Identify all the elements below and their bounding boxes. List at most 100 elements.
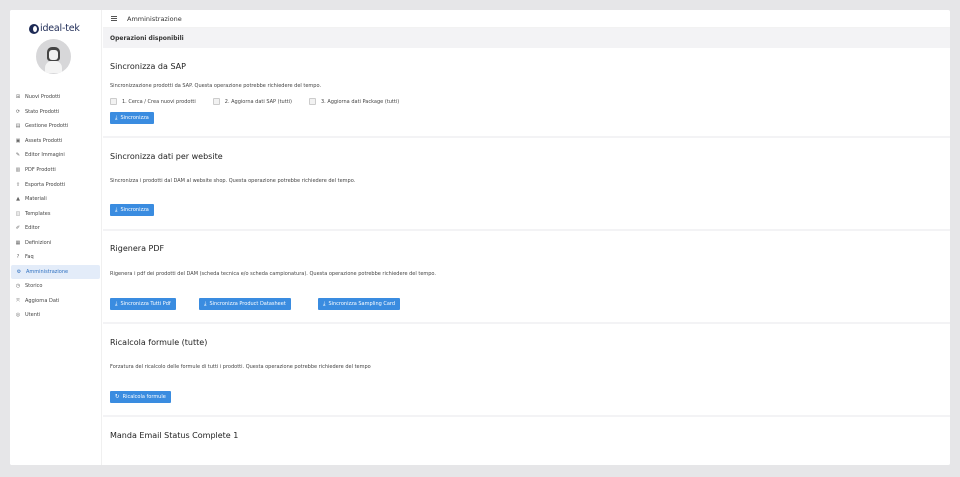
- avatar-face: [49, 50, 58, 60]
- settings-icon: ⚙: [16, 268, 22, 275]
- sidebar-item-label: Stato Prodotti: [25, 108, 60, 115]
- sidebar-item-storico[interactable]: ◷ Storico: [10, 279, 102, 294]
- sidebar-item-label: Amministrazione: [26, 268, 69, 275]
- card-title: Rigenera PDF: [110, 244, 165, 253]
- card-title: Sincronizza da SAP: [110, 62, 186, 71]
- sidebar-item-materiali[interactable]: ▲ Materiali: [10, 192, 102, 207]
- sidebar-item-label: PDF Prodotti: [25, 167, 56, 173]
- card-regenerate-pdf: Rigenera PDF Rigenera i pdf dei prodotti…: [103, 231, 950, 322]
- sidebar-nav: ⊞ Nuovi Prodotti ⟳ Stato Prodotti ▤ Gestione …: [10, 90, 102, 323]
- refresh-icon: ↻: [115, 394, 120, 400]
- download-icon: ⤓: [115, 114, 118, 121]
- logo-text: ideal-tek: [40, 23, 80, 34]
- recalculate-formulas-button[interactable]: ↻ Ricalcola formule: [110, 391, 171, 403]
- sidebar-item-templates[interactable]: ◫ Templates: [10, 206, 102, 221]
- card-description: Forzatura del ricalcolo delle formule di…: [110, 364, 371, 370]
- history-icon: ◷: [15, 283, 21, 290]
- avatar[interactable]: [36, 39, 71, 74]
- sidebar-item-label: Editor Immagini: [25, 152, 65, 159]
- grid-icon: ⊞: [15, 94, 21, 101]
- sidebar-item-editor[interactable]: ✐ Editor: [10, 221, 102, 236]
- sidebar-item-definizioni[interactable]: ▦ Definizioni: [10, 235, 102, 250]
- page-title: Amministrazione: [127, 14, 182, 23]
- document-icon: ▤: [15, 123, 21, 130]
- avatar-body: [45, 61, 62, 73]
- users-icon: ◎: [15, 312, 21, 319]
- brush-icon: ✎: [15, 152, 21, 159]
- download-icon: ⤓: [204, 300, 207, 307]
- button-label: Sincronizza Sampling Card: [328, 301, 396, 307]
- checkbox[interactable]: [212, 98, 220, 105]
- sidebar-item-label: Materiali: [25, 196, 47, 203]
- card-description: Sincronizzazione prodotti da SAP. Questa…: [110, 83, 322, 89]
- card-title: Sincronizza dati per website: [110, 152, 223, 161]
- download-icon: ⤓: [115, 300, 118, 307]
- option-aggiorna-package[interactable]: 3. Aggiorna dati Package (tutti): [308, 98, 399, 105]
- card-sync-sap: Sincronizza da SAP Sincronizzazione prod…: [103, 48, 950, 136]
- button-label: Sincronizza: [120, 115, 149, 121]
- topbar: Amministrazione: [103, 10, 950, 28]
- sync-product-datasheet-button[interactable]: ⤓ Sincronizza Product Datasheet: [199, 298, 291, 310]
- sap-options: 1. Cerca / Crea nuovi prodotti 2. Aggior…: [110, 98, 416, 105]
- sync-sap-button[interactable]: ⤓ Sincronizza: [110, 112, 154, 124]
- sidebar-item-nuovi-prodotti[interactable]: ⊞ Nuovi Prodotti: [10, 90, 102, 105]
- sync-icon: ⟳: [15, 108, 21, 115]
- calendar-icon: ▦: [15, 239, 21, 246]
- sidebar-item-label: Esporta Prodotti: [25, 181, 66, 188]
- button-label: Sincronizza: [120, 207, 149, 213]
- sidebar-item-label: Gestione Prodotti: [25, 123, 69, 130]
- section-subheading: Operazioni disponibili: [110, 35, 184, 42]
- sync-sampling-card-button[interactable]: ⤓ Sincronizza Sampling Card: [318, 298, 401, 310]
- sidebar-item-label: Aggiorna Dati: [25, 297, 60, 304]
- sidebar-item-pdf-prodotti[interactable]: ▥ PDF Prodotti: [10, 163, 102, 178]
- layers-icon: ▲: [16, 196, 20, 203]
- sync-all-pdf-button[interactable]: ⤓ Sincronizza Tutti Pdf: [110, 298, 176, 310]
- sync-website-button[interactable]: ⤓ Sincronizza: [110, 204, 154, 216]
- option-aggiorna-sap[interactable]: 2. Aggiorna dati SAP (tutti): [212, 98, 292, 105]
- card-recalculate-formulas: Ricalcola formule (tutte) Forzatura del …: [103, 324, 950, 415]
- sidebar-item-label: Storico: [25, 283, 43, 290]
- sidebar-item-amministrazione[interactable]: ⚙ Amministrazione: [11, 264, 100, 280]
- sidebar-item-faq[interactable]: ? Faq: [10, 250, 102, 265]
- pdf-icon: ▥: [15, 167, 21, 173]
- checkbox[interactable]: [110, 98, 117, 105]
- card-description: Rigenera i pdf dei prodotti del DAM (sch…: [110, 271, 436, 277]
- sidebar-item-label: Utenti: [25, 312, 41, 319]
- sidebar: ideal-tek ⊞ Nuovi Prodotti ⟳ Stato Prodotti…: [10, 10, 102, 465]
- main-content: Operazioni disponibili Sincronizza da SA…: [103, 28, 950, 465]
- button-label: Sincronizza Product Datasheet: [209, 301, 286, 307]
- edit-icon: ✐: [15, 225, 21, 232]
- sidebar-item-gestione-prodotti[interactable]: ▤ Gestione Prodotti: [10, 119, 102, 134]
- sidebar-item-stato-prodotti[interactable]: ⟳ Stato Prodotti: [10, 105, 102, 120]
- sidebar-item-label: Faq: [25, 254, 34, 261]
- brand-logo[interactable]: ideal-tek: [29, 23, 80, 35]
- card-title: Manda Email Status Complete 1: [110, 431, 239, 440]
- sidebar-item-label: Definizioni: [25, 239, 52, 246]
- app-window: ideal-tek ⊞ Nuovi Prodotti ⟳ Stato Prodotti…: [10, 10, 950, 465]
- download-icon: ⤓: [323, 300, 326, 307]
- export-icon: ⇪: [15, 181, 21, 188]
- sidebar-item-label: Templates: [25, 210, 51, 217]
- card-send-email-status: Manda Email Status Complete 1: [103, 417, 950, 465]
- download-icon: ⤓: [115, 206, 118, 213]
- checkbox-label: 2. Aggiorna dati SAP (tutti): [224, 98, 292, 105]
- sidebar-item-assets-prodotti[interactable]: ▣ Assets Prodotti: [10, 134, 102, 149]
- update-icon: ⤧: [15, 297, 20, 304]
- button-label: Ricalcola formule: [122, 394, 166, 400]
- checkbox[interactable]: [308, 98, 316, 105]
- card-sync-website: Sincronizza dati per website Sincronizza…: [103, 138, 950, 229]
- sidebar-item-editor-immagini[interactable]: ✎ Editor Immagini: [10, 148, 102, 163]
- card-title: Ricalcola formule (tutte): [110, 338, 208, 347]
- hamburger-menu-icon[interactable]: [111, 16, 117, 21]
- sidebar-item-aggiorna-dati[interactable]: ⤧ Aggiorna Dati: [10, 294, 102, 309]
- sidebar-item-label: Assets Prodotti: [25, 137, 63, 144]
- card-description: Sincronizza i prodotti dal DAM al websit…: [110, 178, 356, 184]
- checkbox-label: 1. Cerca / Crea nuovi prodotti: [122, 98, 196, 105]
- sidebar-item-esporta-prodotti[interactable]: ⇪ Esporta Prodotti: [10, 177, 102, 192]
- option-cerca-crea[interactable]: 1. Cerca / Crea nuovi prodotti: [110, 98, 196, 105]
- sidebar-item-label: Editor: [25, 225, 40, 232]
- button-label: Sincronizza Tutti Pdf: [120, 301, 171, 307]
- sidebar-item-utenti[interactable]: ◎ Utenti: [10, 308, 102, 323]
- help-icon: ?: [16, 254, 20, 261]
- sidebar-item-label: Nuovi Prodotti: [25, 94, 61, 101]
